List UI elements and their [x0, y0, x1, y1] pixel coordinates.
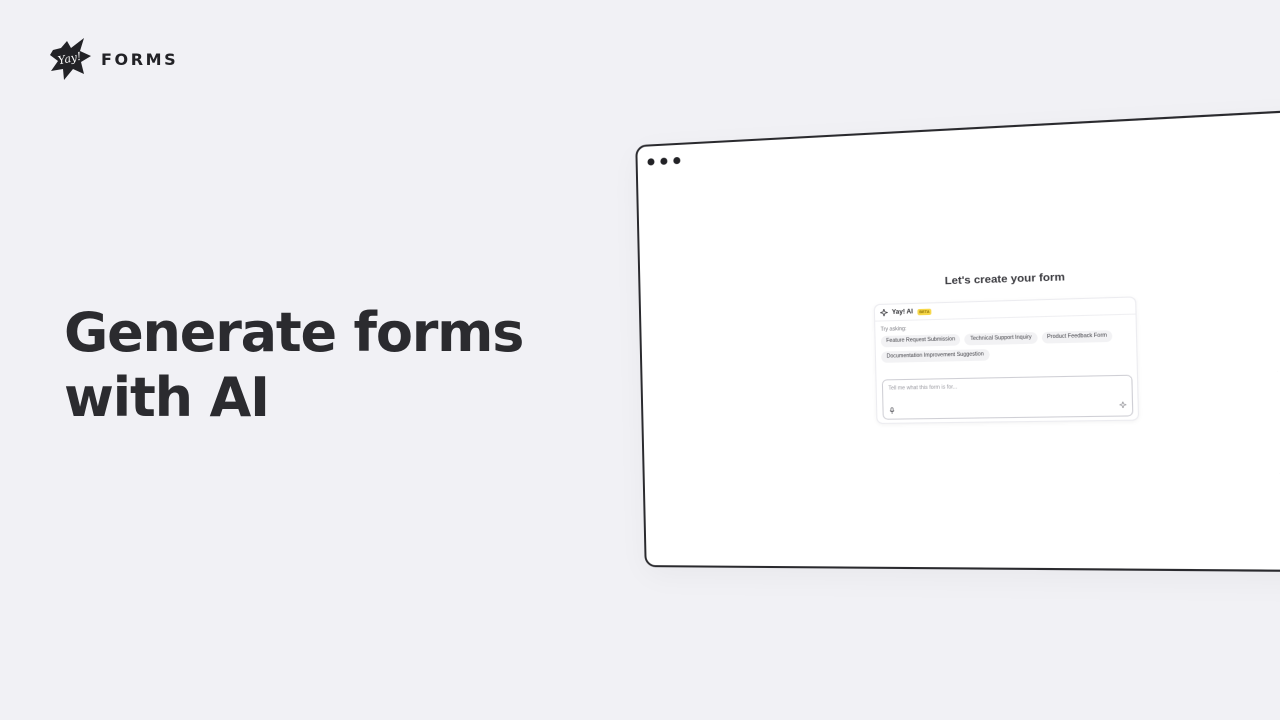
slide: Yay! FORMS Generate forms with AI Let's … — [0, 0, 1280, 720]
suggestion-chip[interactable]: Documentation Improvement Suggestion — [881, 349, 990, 363]
hero-headline: Generate forms with AI — [64, 300, 584, 430]
microphone-icon[interactable] — [889, 407, 896, 414]
form-builder-title: Let's create your form — [944, 270, 1066, 288]
sparkle-send-icon[interactable] — [1119, 402, 1126, 409]
browser-window-mockup: Let's create your form Yay! AI BETA Try … — [635, 102, 1280, 574]
ai-name-label: Yay! AI — [891, 308, 914, 316]
suggestion-chip[interactable]: Product Feedback Form — [1041, 330, 1113, 344]
ai-prompt-input[interactable]: Tell me what this form is for... — [881, 374, 1134, 420]
hero-headline-line-2: with AI — [64, 366, 270, 429]
suggestion-chips: Feature Request Submission Technical Sup… — [880, 330, 1131, 363]
window-dot — [660, 157, 668, 165]
suggestion-chip[interactable]: Feature Request Submission — [880, 333, 961, 348]
sparkle-icon — [880, 309, 888, 316]
brand-logo: Yay! FORMS — [47, 36, 178, 82]
beta-badge: BETA — [917, 308, 932, 315]
prompt-placeholder: Tell me what this form is for... — [888, 384, 958, 392]
yay-splash-logo-icon: Yay! — [50, 38, 91, 80]
window-dot — [647, 158, 655, 166]
ai-assistant-panel: Yay! AI BETA Try asking: Feature Request… — [873, 296, 1140, 425]
window-controls — [647, 156, 681, 166]
window-dot — [673, 156, 681, 165]
suggestion-chip[interactable]: Technical Support Inquiry — [964, 332, 1038, 346]
ai-panel-header: Yay! AI BETA — [874, 297, 1136, 322]
brand-name: FORMS — [101, 49, 179, 69]
try-asking-label: Try asking: — [880, 325, 907, 333]
hero-headline-line-1: Generate forms — [64, 301, 524, 364]
